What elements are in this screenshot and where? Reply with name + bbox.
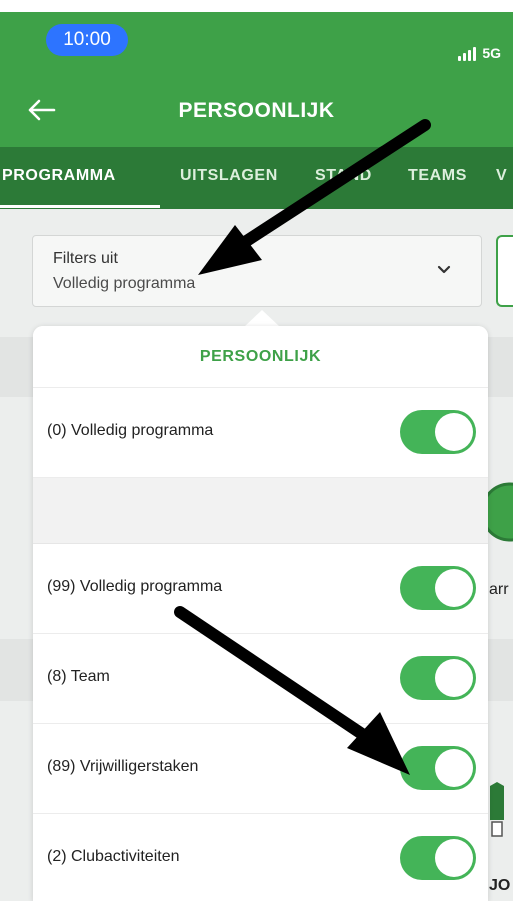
background-text: arr (489, 581, 509, 598)
tab-stand[interactable]: STAND (315, 167, 372, 185)
filter-row[interactable]: (8) Team (33, 634, 488, 724)
status-time: 10:00 (46, 24, 128, 56)
filter-row-label: (0) Volledig programma (47, 422, 214, 439)
filter-selection: Volledig programma (53, 275, 196, 292)
filter-row-label: (8) Team (47, 668, 110, 685)
filter-row[interactable]: (2) Clubactiviteiten (33, 814, 488, 901)
filter-status: Filters uit (53, 250, 118, 267)
tab-v[interactable]: V (496, 167, 507, 185)
chevron-down-icon (437, 265, 451, 274)
filter-row[interactable]: (89) Vrijwilligerstaken (33, 724, 488, 814)
filter-dropdown[interactable]: Filters uit Volledig programma (32, 235, 482, 307)
filter-row-label: (89) Vrijwilligerstaken (47, 758, 199, 775)
toggle-switch[interactable] (400, 566, 476, 610)
popover-pointer (244, 310, 280, 327)
popover-title: PERSOONLIJK (199, 347, 322, 365)
filter-popover: PERSOONLIJK (0) Volledig programma (99) … (33, 326, 488, 901)
page-title: PERSOONLIJK (178, 99, 335, 122)
signal-indicator: 5G (458, 45, 501, 61)
tab-uitslagen[interactable]: UITSLAGEN (180, 167, 278, 185)
filter-row-label: (99) Volledig programma (47, 578, 223, 595)
section-divider (33, 478, 488, 544)
tab-programma[interactable]: PROGRAMMA (2, 167, 116, 185)
filter-row[interactable]: (0) Volledig programma (33, 388, 488, 478)
active-tab-indicator (0, 205, 160, 208)
toggle-switch[interactable] (400, 746, 476, 790)
side-action-button[interactable] (496, 235, 513, 307)
tab-teams[interactable]: TEAMS (408, 167, 467, 185)
filter-row-label: (2) Clubactiviteiten (47, 848, 180, 865)
status-bar: 10:00 5G (0, 12, 513, 72)
app-bar: PERSOONLIJK (0, 72, 513, 147)
toggle-switch[interactable] (400, 656, 476, 700)
network-label: 5G (482, 45, 501, 61)
tab-bar: PROGRAMMA UITSLAGEN STAND TEAMS V (0, 147, 513, 209)
filter-row[interactable]: (99) Volledig programma (33, 544, 488, 634)
signal-bars-icon (458, 47, 477, 61)
jersey-icon (490, 782, 504, 837)
toggle-switch[interactable] (400, 410, 476, 454)
background-text: JO (489, 877, 511, 894)
popover-header: PERSOONLIJK (33, 326, 488, 388)
toggle-switch[interactable] (400, 836, 476, 880)
